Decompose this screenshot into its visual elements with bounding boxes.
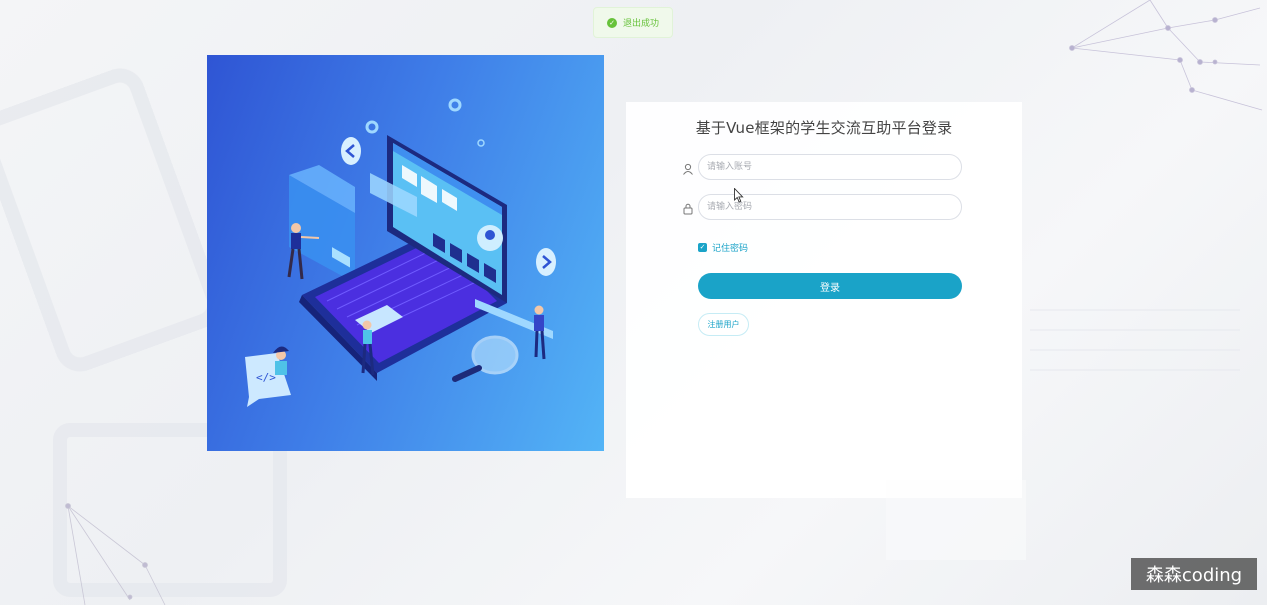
login-card: 基于Vue框架的学生交流互助平台登录 ✓ 记住密码 登录 注册用户: [626, 102, 1022, 498]
login-button[interactable]: 登录: [698, 273, 962, 299]
svg-text:</>: </>: [256, 371, 276, 384]
remember-checkbox[interactable]: ✓: [698, 243, 707, 252]
isometric-laptop-illustration: </>: [245, 98, 556, 407]
watermark: 森森coding: [1131, 558, 1257, 590]
hero-illustration: </>: [207, 55, 604, 451]
remember-label: 记住密码: [712, 244, 749, 254]
register-button[interactable]: 注册用户: [698, 313, 749, 336]
logout-success-toast: ✓ 退出成功: [593, 7, 673, 38]
username-input[interactable]: [698, 154, 962, 180]
remember-password[interactable]: ✓ 记住密码: [698, 241, 748, 254]
user-icon: [682, 160, 694, 175]
login-title: 基于Vue框架的学生交流互助平台登录: [695, 119, 953, 137]
mouse-cursor-icon: [734, 188, 744, 203]
lock-icon: [682, 200, 694, 215]
toast-message: 退出成功: [623, 19, 660, 29]
success-check-icon: ✓: [607, 17, 617, 28]
